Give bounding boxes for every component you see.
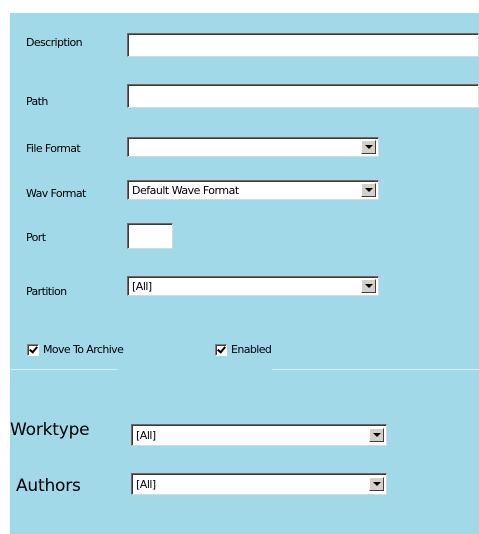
enabled-label: Enabled <box>231 343 272 356</box>
port-field[interactable] <box>127 223 173 249</box>
file-format-label: File Format <box>26 142 81 155</box>
authors-label: Authors <box>16 476 81 496</box>
port-label: Port <box>26 231 46 244</box>
description-field[interactable] <box>127 33 479 57</box>
separator-right <box>272 369 479 370</box>
chevron-down-icon[interactable] <box>361 279 376 293</box>
file-format-dropdown[interactable] <box>127 137 379 157</box>
path-field[interactable] <box>127 84 479 108</box>
partition-dropdown[interactable]: [All] <box>127 276 379 296</box>
chevron-down-icon[interactable] <box>361 140 376 154</box>
worktype-label: Worktype <box>10 420 90 440</box>
authors-value: [All] <box>136 478 156 491</box>
partition-label: Partition <box>26 285 67 298</box>
path-label: Path <box>26 95 48 108</box>
enabled-checkbox[interactable] <box>215 344 227 356</box>
chevron-down-icon[interactable] <box>361 183 376 197</box>
wav-format-label: Wav Format <box>26 187 86 200</box>
separator-left <box>10 369 118 370</box>
move-to-archive-checkbox[interactable] <box>27 344 39 356</box>
settings-panel: Description Path File Format Wav Format … <box>10 13 479 534</box>
worktype-value: [All] <box>136 429 156 442</box>
description-label: Description <box>26 36 83 49</box>
move-to-archive-label: Move To Archive <box>43 343 124 356</box>
authors-dropdown[interactable]: [All] <box>131 473 387 495</box>
partition-value: [All] <box>132 280 152 293</box>
chevron-down-icon[interactable] <box>369 428 384 442</box>
chevron-down-icon[interactable] <box>369 477 384 491</box>
wav-format-dropdown[interactable]: Default Wave Format <box>127 180 379 200</box>
worktype-dropdown[interactable]: [All] <box>131 424 387 446</box>
wav-format-value: Default Wave Format <box>132 184 239 197</box>
